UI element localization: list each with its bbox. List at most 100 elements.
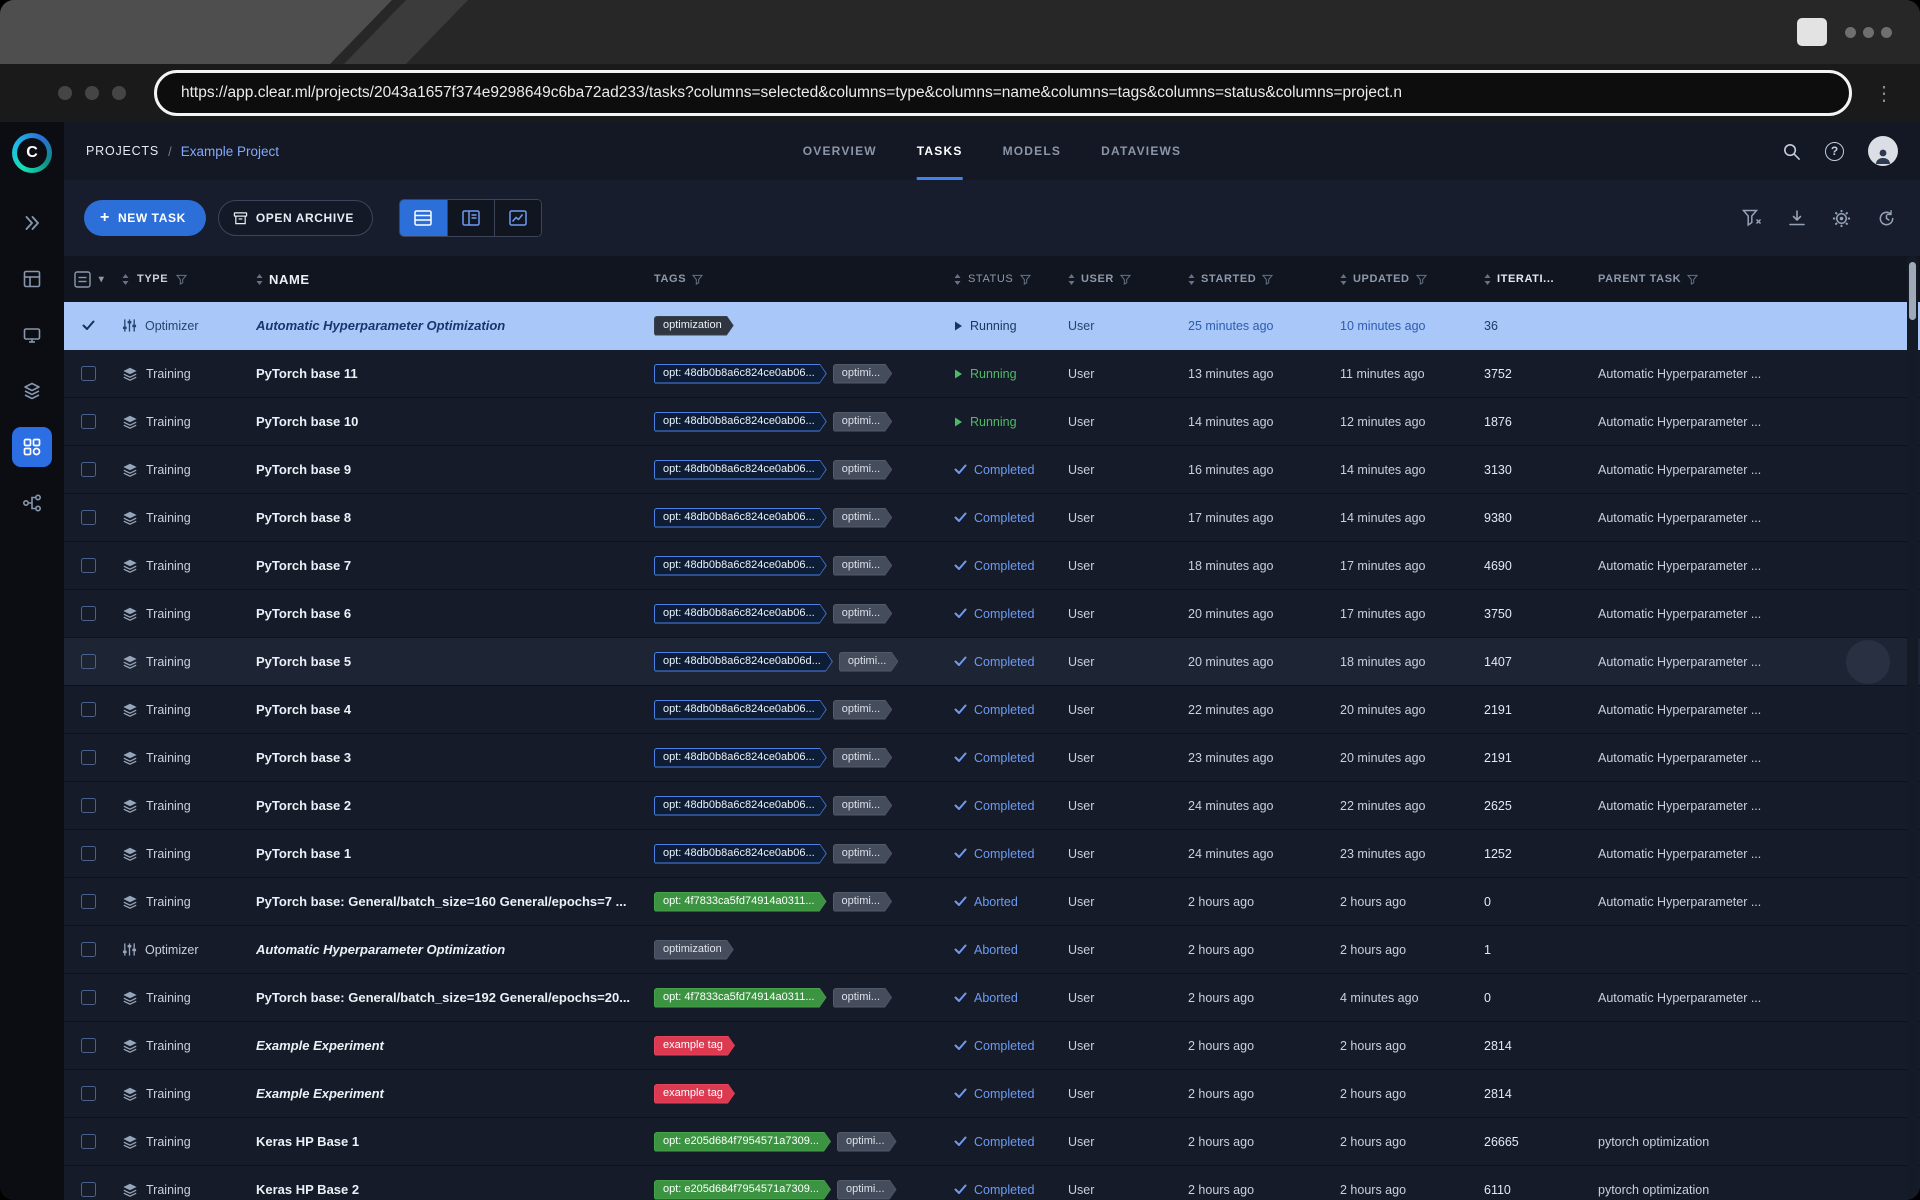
sort-icon[interactable] [1068, 274, 1075, 285]
filter-icon[interactable] [1416, 274, 1427, 285]
row-select-cell[interactable] [64, 654, 122, 669]
row-select-cell[interactable] [64, 510, 122, 525]
tag[interactable]: opt: 48db0b8a6c824ce0ab06... [654, 700, 827, 720]
column-header-status[interactable]: STATUS [954, 273, 1068, 285]
checkbox-icon[interactable] [81, 1086, 96, 1101]
checkbox-icon[interactable] [81, 1182, 96, 1197]
clearml-logo[interactable]: C [12, 133, 52, 173]
task-name[interactable]: Automatic Hyperparameter Optimization [256, 942, 654, 957]
url-bar[interactable]: https://app.clear.ml/projects/2043a1657f… [154, 70, 1852, 116]
tag[interactable]: optimi... [833, 844, 893, 864]
new-task-button[interactable]: + NEW TASK [84, 200, 206, 236]
row-select-cell[interactable] [64, 606, 122, 621]
checkbox-icon[interactable] [81, 558, 96, 573]
task-name[interactable]: Keras HP Base 1 [256, 1134, 654, 1149]
tag[interactable]: optimi... [833, 748, 893, 768]
tag[interactable]: opt: e205d684f7954571a7309... [654, 1132, 831, 1152]
tag[interactable]: opt: 48db0b8a6c824ce0ab06... [654, 412, 827, 432]
filter-icon[interactable] [1687, 274, 1698, 285]
task-row[interactable]: TrainingPyTorch base: General/batch_size… [64, 878, 1920, 926]
task-row[interactable]: TrainingExample Experimentexample tagCom… [64, 1022, 1920, 1070]
tag[interactable]: example tag [654, 1036, 735, 1056]
filter-icon[interactable] [1120, 274, 1131, 285]
filter-icon[interactable] [1262, 274, 1273, 285]
browser-window-controls[interactable] [1845, 27, 1892, 38]
tag[interactable]: opt: 48db0b8a6c824ce0ab06... [654, 556, 827, 576]
task-name[interactable]: PyTorch base 1 [256, 846, 654, 861]
column-header-tags[interactable]: TAGS [654, 273, 954, 285]
task-name[interactable]: PyTorch base 4 [256, 702, 654, 717]
tag[interactable]: optimization [654, 940, 734, 960]
task-name[interactable]: PyTorch base 9 [256, 462, 654, 477]
tag[interactable]: optimi... [833, 508, 893, 528]
tag[interactable]: optimi... [839, 652, 899, 672]
checkbox-icon[interactable] [81, 462, 96, 477]
checkbox-icon[interactable] [81, 1134, 96, 1149]
sidebar-item-pipelines[interactable] [12, 483, 52, 523]
select-dropdown-caret-icon[interactable]: ▾ [99, 274, 105, 285]
auto-refresh-icon[interactable] [1877, 209, 1896, 228]
task-name[interactable]: Example Experiment [256, 1086, 654, 1101]
tag[interactable]: optimi... [833, 604, 893, 624]
filter-icon[interactable] [176, 274, 187, 285]
tag[interactable]: opt: 4f7833ca5fd74914a0311... [654, 892, 827, 912]
row-select-cell[interactable] [64, 990, 122, 1005]
row-select-cell[interactable] [64, 942, 122, 957]
select-all-header[interactable]: ▾ [64, 271, 122, 288]
column-header-updated[interactable]: UPDATED [1340, 273, 1484, 285]
filter-icon[interactable] [1742, 209, 1762, 227]
checkbox-icon[interactable] [81, 990, 96, 1005]
vertical-scrollbar[interactable] [1907, 256, 1918, 1200]
tag[interactable]: optimi... [833, 412, 893, 432]
task-row[interactable]: TrainingPyTorch base 4opt: 48db0b8a6c824… [64, 686, 1920, 734]
task-name[interactable]: Keras HP Base 2 [256, 1182, 654, 1197]
task-row[interactable]: TrainingPyTorch base 10opt: 48db0b8a6c82… [64, 398, 1920, 446]
tag[interactable]: optimi... [833, 892, 893, 912]
help-icon[interactable]: ? [1825, 142, 1844, 161]
checkbox-icon[interactable] [81, 846, 96, 861]
window-buttons[interactable] [58, 86, 126, 100]
checkbox-icon[interactable] [81, 510, 96, 525]
avatar[interactable] [1868, 136, 1898, 166]
checkbox-icon[interactable] [81, 798, 96, 813]
task-name[interactable]: PyTorch base 5 [256, 654, 654, 669]
task-name[interactable]: PyTorch base 3 [256, 750, 654, 765]
browser-menu-icon[interactable]: ⋮ [1874, 81, 1894, 106]
task-row[interactable]: TrainingExample Experimentexample tagCom… [64, 1070, 1920, 1118]
checkbox-icon[interactable] [81, 366, 96, 381]
column-header-iterations[interactable]: ITERATI... [1484, 273, 1598, 285]
task-row[interactable]: TrainingPyTorch base: General/batch_size… [64, 974, 1920, 1022]
tag[interactable]: optimi... [837, 1180, 897, 1200]
tag[interactable]: opt: 48db0b8a6c824ce0ab06... [654, 844, 827, 864]
task-row[interactable]: TrainingKeras HP Base 1opt: e205d684f795… [64, 1118, 1920, 1166]
tag[interactable]: optimi... [833, 700, 893, 720]
column-header-started[interactable]: STARTED [1188, 273, 1340, 285]
task-row[interactable]: OptimizerAutomatic Hyperparameter Optimi… [64, 302, 1920, 350]
filter-icon[interactable] [692, 274, 703, 285]
task-row[interactable]: TrainingPyTorch base 5opt: 48db0b8a6c824… [64, 638, 1920, 686]
sort-icon[interactable] [256, 274, 263, 285]
breadcrumb-current-project[interactable]: Example Project [181, 144, 279, 159]
row-select-cell[interactable] [64, 558, 122, 573]
chart-view-button[interactable] [494, 200, 541, 236]
tab-tasks[interactable]: TASKS [917, 122, 963, 180]
tag[interactable]: optimization [654, 316, 734, 336]
sort-icon[interactable] [954, 274, 961, 285]
tag[interactable]: opt: e205d684f7954571a7309... [654, 1180, 831, 1200]
tag[interactable]: optimi... [833, 988, 893, 1008]
sort-icon[interactable] [1484, 274, 1491, 285]
tag[interactable]: optimi... [833, 460, 893, 480]
tag[interactable]: opt: 48db0b8a6c824ce0ab06d... [654, 652, 833, 672]
table-view-button[interactable] [400, 200, 447, 236]
task-row[interactable]: TrainingPyTorch base 11opt: 48db0b8a6c82… [64, 350, 1920, 398]
sidebar-item-reports[interactable] [12, 259, 52, 299]
tag[interactable]: example tag [654, 1084, 735, 1104]
tag[interactable]: optimi... [833, 364, 893, 384]
row-select-cell[interactable] [64, 1182, 122, 1197]
open-archive-button[interactable]: OPEN ARCHIVE [218, 200, 373, 236]
row-select-cell[interactable] [64, 462, 122, 477]
column-header-parent[interactable]: PARENT TASK [1598, 273, 1920, 285]
row-select-cell[interactable] [64, 702, 122, 717]
task-row[interactable]: TrainingPyTorch base 3opt: 48db0b8a6c824… [64, 734, 1920, 782]
tag[interactable]: optimi... [833, 796, 893, 816]
